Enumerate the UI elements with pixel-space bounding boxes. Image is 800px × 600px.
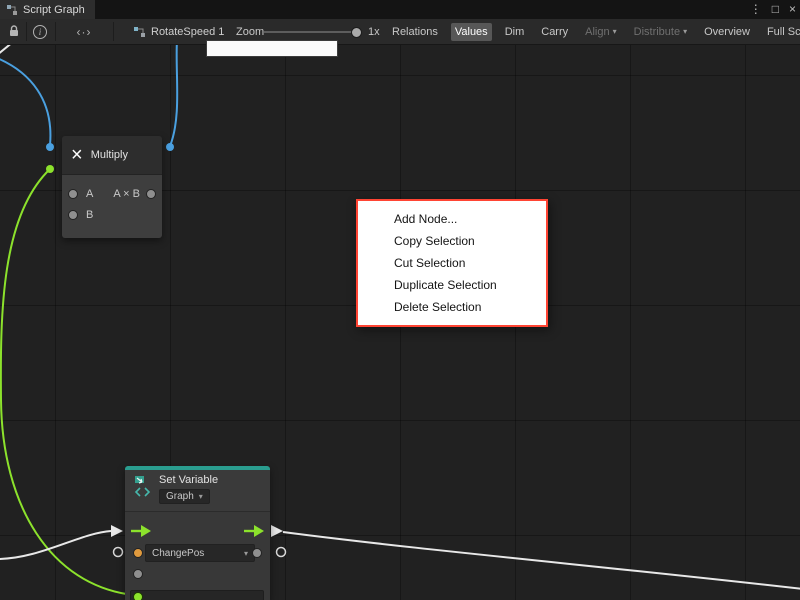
close-button[interactable]: × bbox=[789, 0, 796, 19]
variable-name-label: ChangePos bbox=[152, 548, 204, 559]
distribute-button[interactable]: Distribute ▾ bbox=[630, 23, 691, 41]
lock-button[interactable] bbox=[4, 19, 24, 44]
port-input-a[interactable] bbox=[68, 189, 78, 199]
node-title: Set Variable bbox=[159, 474, 218, 486]
menu-item-delete-selection[interactable]: Delete Selection bbox=[358, 296, 546, 318]
chevron-down-icon: ▾ bbox=[244, 549, 248, 558]
code-icon: ‹·› bbox=[77, 25, 92, 39]
graph-asset-icon bbox=[133, 26, 146, 38]
node-title: Multiply bbox=[91, 149, 128, 161]
toolbar-buttons: Relations Values Dim Carry Align ▾ Distr… bbox=[388, 19, 800, 44]
flow-output-port[interactable] bbox=[244, 525, 264, 537]
node-body: ChangePos ▾ bbox=[125, 512, 270, 600]
multiply-icon: × bbox=[71, 145, 83, 165]
port-output[interactable] bbox=[146, 189, 156, 199]
info-icon: i bbox=[33, 25, 47, 39]
values-button[interactable]: Values bbox=[451, 23, 492, 41]
value-field[interactable] bbox=[130, 590, 264, 600]
value-input-port-2[interactable] bbox=[133, 569, 143, 579]
port-row: B bbox=[62, 204, 162, 225]
chevron-down-icon: ▾ bbox=[683, 27, 687, 36]
node-header-text: Set Variable Graph ▾ bbox=[159, 474, 218, 511]
fullscreen-button[interactable]: Full Screen bbox=[763, 23, 800, 41]
floating-field[interactable] bbox=[206, 40, 338, 57]
overview-button[interactable]: Overview bbox=[700, 23, 754, 41]
code-view-button[interactable]: ‹·› bbox=[58, 19, 110, 44]
scope-label: Graph bbox=[166, 491, 194, 502]
window-title: Script Graph bbox=[23, 4, 85, 16]
lock-icon bbox=[8, 25, 20, 38]
context-menu: Add Node... Copy Selection Cut Selection… bbox=[356, 199, 548, 327]
window-controls: ⋮ □ × bbox=[750, 0, 796, 19]
port-label-b: B bbox=[86, 209, 93, 221]
value-output-port[interactable] bbox=[252, 548, 262, 558]
flow-input-port[interactable] bbox=[131, 525, 151, 537]
toolbar-separator bbox=[26, 22, 27, 41]
titlebar: Script Graph ⋮ □ × bbox=[0, 0, 800, 19]
port-input-b[interactable] bbox=[68, 210, 78, 220]
graph-reference-label: RotateSpeed 1 bbox=[151, 26, 224, 38]
align-label: Align bbox=[585, 26, 609, 38]
menu-item-duplicate-selection[interactable]: Duplicate Selection bbox=[358, 274, 546, 296]
zoom-slider-handle[interactable] bbox=[351, 27, 362, 38]
node-body: A A × B B bbox=[62, 175, 162, 238]
dim-button[interactable]: Dim bbox=[501, 23, 529, 41]
distribute-label: Distribute bbox=[634, 26, 680, 38]
port-row: A A × B bbox=[62, 183, 162, 204]
align-button[interactable]: Align ▾ bbox=[581, 23, 620, 41]
menu-item-cut-selection[interactable]: Cut Selection bbox=[358, 252, 546, 274]
variable-scope-dropdown[interactable]: Graph ▾ bbox=[159, 489, 210, 504]
tab-script-graph[interactable]: Script Graph bbox=[0, 0, 95, 19]
set-variable-icon bbox=[133, 474, 153, 498]
value-input-port[interactable] bbox=[133, 548, 143, 558]
node-set-variable[interactable]: Set Variable Graph ▾ ChangePos ▾ bbox=[125, 466, 270, 600]
chevron-down-icon: ▾ bbox=[613, 27, 617, 36]
node-header[interactable]: × Multiply bbox=[62, 136, 162, 175]
toolbar-separator bbox=[55, 22, 56, 41]
port-label-a: A bbox=[86, 188, 93, 200]
maximize-button[interactable]: □ bbox=[772, 0, 779, 19]
toolbar-separator bbox=[113, 22, 114, 41]
script-graph-icon bbox=[6, 4, 18, 16]
relations-button[interactable]: Relations bbox=[388, 23, 442, 41]
chevron-down-icon: ▾ bbox=[199, 492, 203, 501]
variable-name-dropdown[interactable]: ChangePos ▾ bbox=[145, 544, 255, 562]
node-multiply[interactable]: × Multiply A A × B B bbox=[62, 136, 162, 238]
port-label-output: A × B bbox=[113, 188, 140, 200]
info-button[interactable]: i bbox=[29, 19, 51, 44]
carry-button[interactable]: Carry bbox=[537, 23, 572, 41]
window-menu-button[interactable]: ⋮ bbox=[750, 0, 762, 19]
wire-endpoint-green bbox=[133, 592, 143, 600]
node-header[interactable]: Set Variable Graph ▾ bbox=[125, 470, 270, 512]
script-graph-window: Script Graph ⋮ □ × i ‹·› bbox=[0, 0, 800, 600]
menu-item-copy-selection[interactable]: Copy Selection bbox=[358, 230, 546, 252]
zoom-slider-track[interactable] bbox=[264, 31, 356, 33]
menu-item-add-node[interactable]: Add Node... bbox=[358, 208, 546, 230]
zoom-value: 1x bbox=[368, 19, 380, 44]
graph-toolbar: i ‹·› RotateSpeed 1 Zoom 1x Relations Va… bbox=[0, 19, 800, 45]
